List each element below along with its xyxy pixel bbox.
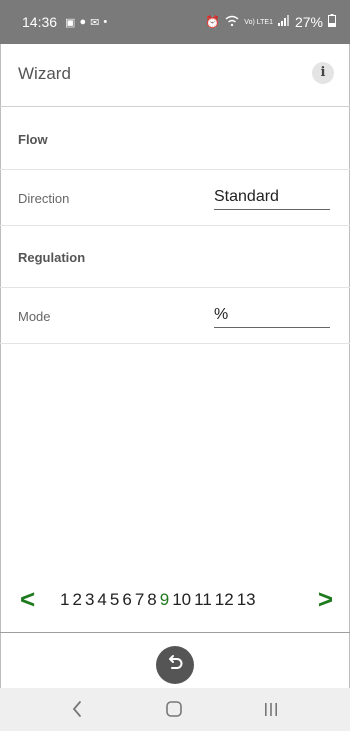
- battery-icon: [328, 14, 336, 30]
- system-nav-bar: [0, 688, 350, 731]
- home-nav-icon[interactable]: [165, 699, 183, 724]
- messenger-icon: ●: [79, 16, 87, 28]
- field-label-mode: Mode: [18, 309, 51, 324]
- next-page-button[interactable]: >: [318, 584, 333, 614]
- page-number[interactable]: 1: [60, 590, 69, 610]
- section-label: Flow: [18, 132, 48, 147]
- mail-icon: ✉: [90, 16, 100, 29]
- signal-icon: [277, 15, 290, 29]
- page-number[interactable]: 12: [215, 590, 234, 610]
- page-number[interactable]: 6: [122, 590, 131, 610]
- dot-icon: •: [103, 16, 108, 28]
- page-numbers: 1 2 3 4 5 6 7 8 9 10 11 12 13: [60, 590, 256, 610]
- page-title: Wizard: [18, 64, 71, 83]
- direction-select[interactable]: Standard: [214, 188, 330, 210]
- page-number[interactable]: 9: [160, 590, 169, 610]
- page-number[interactable]: 10: [172, 590, 191, 610]
- page-number[interactable]: 5: [110, 590, 119, 610]
- field-label-direction: Direction: [18, 191, 70, 206]
- section-label: Regulation: [18, 250, 86, 265]
- pagination: < 1 2 3 4 5 6 7 8 9 10 11 12 13 >: [0, 584, 350, 616]
- app-bar: Wizard i: [0, 44, 350, 107]
- undo-icon: [165, 653, 185, 678]
- gallery-icon: ▣: [65, 16, 76, 29]
- field-row-direction: Direction Standard: [0, 170, 350, 226]
- section-header-flow: Flow: [0, 107, 350, 170]
- section-header-regulation: Regulation: [0, 226, 350, 288]
- page-number[interactable]: 3: [85, 590, 94, 610]
- info-icon: i: [320, 65, 326, 80]
- page-number[interactable]: 7: [135, 590, 144, 610]
- undo-button[interactable]: [156, 646, 194, 684]
- page-number[interactable]: 11: [194, 590, 212, 610]
- alarm-icon: ⏰: [205, 15, 221, 29]
- status-right: ⏰ Vo) LTE1 27%: [205, 14, 336, 30]
- field-row-mode: Mode %: [0, 288, 350, 344]
- back-nav-icon[interactable]: [70, 699, 84, 724]
- status-time: 14:36: [22, 14, 58, 30]
- page-number[interactable]: 8: [147, 590, 156, 610]
- battery-text: 27%: [294, 14, 323, 30]
- network-label: Vo) LTE1: [244, 18, 273, 26]
- prev-page-button[interactable]: <: [20, 584, 35, 614]
- recents-nav-icon[interactable]: [262, 699, 280, 724]
- page-number[interactable]: 2: [72, 590, 81, 610]
- wifi-icon: [225, 15, 239, 30]
- status-bar: 14:36 ▣ ● ✉ • ⏰ Vo) LTE1 27%: [0, 0, 350, 44]
- info-button[interactable]: i: [312, 62, 334, 84]
- page-number[interactable]: 13: [237, 590, 256, 610]
- divider: [0, 632, 350, 633]
- page-number[interactable]: 4: [97, 590, 106, 610]
- mode-select[interactable]: %: [214, 306, 330, 328]
